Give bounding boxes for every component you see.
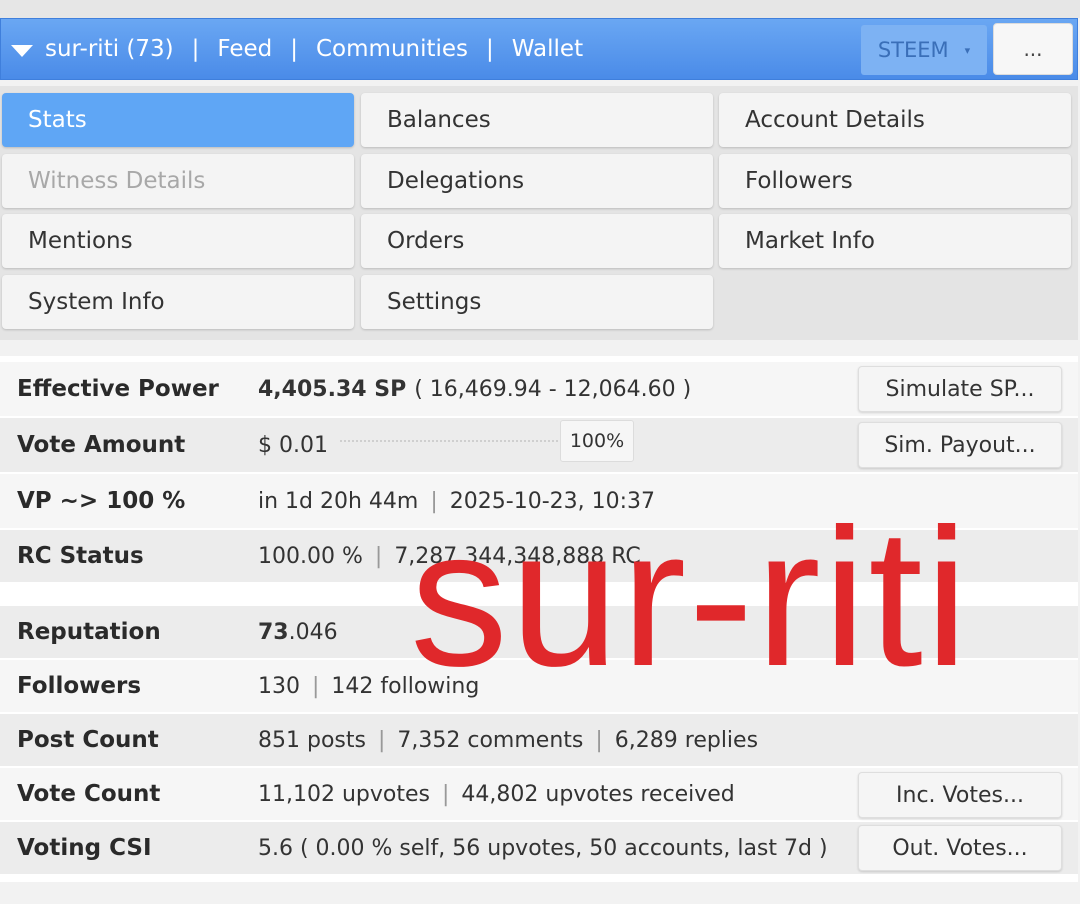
stat-value: 4,405.34 SP ( 16,469.94 - 12,064.60 ) bbox=[258, 362, 691, 416]
posts-count: 851 posts bbox=[258, 727, 366, 753]
caret-down-icon[interactable] bbox=[11, 44, 33, 57]
top-strip bbox=[0, 0, 1080, 18]
tab-followers[interactable]: Followers bbox=[719, 154, 1071, 208]
stat-value: in 1d 20h 44m | 2025-10-23, 10:37 bbox=[258, 474, 655, 528]
stat-value: 5.6 ( 0.00 % self, 56 upvotes, 50 accoun… bbox=[258, 835, 828, 861]
stat-row-vp: VP ~> 100 % in 1d 20h 44m | 2025-10-23, … bbox=[0, 474, 1078, 528]
out-votes-button[interactable]: Out. Votes... bbox=[858, 825, 1062, 871]
stat-row-vote-count: Vote Count 11,102 upvotes | 44,802 upvot… bbox=[0, 768, 1078, 820]
row-gap bbox=[0, 584, 1078, 606]
reputation-frac: .046 bbox=[288, 619, 338, 645]
comments-count: 7,352 comments bbox=[397, 727, 584, 753]
tab-witness-details[interactable]: Witness Details bbox=[2, 154, 354, 208]
value-separator: | bbox=[430, 488, 438, 514]
stat-value: 100.00 % | 7,287,344,348,888 RC bbox=[258, 530, 641, 582]
tab-account-details[interactable]: Account Details bbox=[719, 93, 1071, 147]
stat-value: 130 | 142 following bbox=[258, 660, 479, 712]
value-separator: | bbox=[374, 543, 383, 569]
stat-value: $ 0.01 bbox=[258, 432, 328, 458]
account-menu[interactable]: sur-riti (73) bbox=[45, 36, 174, 62]
value-separator: | bbox=[312, 673, 320, 699]
nav-left: sur-riti (73) | Feed | Communities | Wal… bbox=[1, 19, 583, 79]
value-separator: | bbox=[441, 781, 450, 807]
currency-select[interactable]: STEEM ▾ bbox=[861, 25, 987, 75]
nav-wallet-link[interactable]: Wallet bbox=[512, 36, 583, 62]
stat-row-reputation: Reputation 73 .046 bbox=[0, 606, 1078, 658]
stat-value: 73 .046 bbox=[258, 606, 338, 658]
sp-amount: 4,405.34 SP bbox=[258, 376, 407, 402]
stat-label: Post Count bbox=[0, 714, 242, 766]
followers-count: 130 bbox=[258, 673, 300, 699]
tab-system-info[interactable]: System Info bbox=[2, 275, 354, 329]
stat-label: Vote Count bbox=[0, 768, 242, 820]
stat-label: Effective Power bbox=[0, 362, 242, 416]
inc-votes-button[interactable]: Inc. Votes... bbox=[858, 772, 1062, 818]
value-separator: | bbox=[595, 727, 603, 753]
upvotes-received: 44,802 upvotes received bbox=[461, 781, 735, 807]
stat-row-followers: Followers 130 | 142 following bbox=[0, 660, 1078, 712]
stat-value: 851 posts | 7,352 comments | 6,289 repli… bbox=[258, 714, 758, 766]
nav-separator: | bbox=[290, 36, 298, 62]
stat-label: Voting CSI bbox=[0, 822, 242, 874]
tab-orders[interactable]: Orders bbox=[361, 214, 713, 268]
currency-label: STEEM bbox=[877, 38, 949, 62]
upvotes-count: 11,102 upvotes bbox=[258, 781, 430, 807]
nav-feed-link[interactable]: Feed bbox=[217, 36, 272, 62]
more-button[interactable]: ... bbox=[993, 23, 1073, 75]
stat-row-effective-power: Effective Power 4,405.34 SP ( 16,469.94 … bbox=[0, 362, 1078, 416]
vote-weight-slider[interactable] bbox=[340, 440, 558, 442]
following-count: 142 following bbox=[331, 673, 480, 699]
tab-grid: Stats Balances Account Details Witness D… bbox=[0, 86, 1078, 340]
vp-date: 2025-10-23, 10:37 bbox=[449, 488, 656, 514]
nav-separator: | bbox=[486, 36, 494, 62]
stat-value: 11,102 upvotes | 44,802 upvotes received bbox=[258, 768, 735, 820]
stat-row-rc: RC Status 100.00 % | 7,287,344,348,888 R… bbox=[0, 530, 1078, 582]
stat-label: VP ~> 100 % bbox=[0, 474, 242, 528]
replies-count: 6,289 replies bbox=[614, 727, 759, 753]
vp-eta: in 1d 20h 44m bbox=[258, 488, 419, 514]
tab-stats[interactable]: Stats bbox=[2, 93, 354, 147]
tab-settings[interactable]: Settings bbox=[361, 275, 713, 329]
tab-delegations[interactable]: Delegations bbox=[361, 154, 713, 208]
reputation-int: 73 bbox=[258, 619, 289, 645]
vote-percent-input[interactable]: 100% bbox=[560, 420, 634, 462]
stats-table: Effective Power 4,405.34 SP ( 16,469.94 … bbox=[0, 356, 1078, 882]
simulate-sp-button[interactable]: Simulate SP... bbox=[858, 366, 1062, 412]
value-separator: | bbox=[377, 727, 386, 753]
stat-label: Vote Amount bbox=[0, 418, 242, 472]
rc-percent: 100.00 % bbox=[258, 543, 363, 569]
rc-amount: 7,287,344,348,888 RC bbox=[394, 543, 641, 569]
chevron-down-icon: ▾ bbox=[964, 43, 971, 57]
stat-row-voting-csi: Voting CSI 5.6 ( 0.00 % self, 56 upvotes… bbox=[0, 822, 1078, 874]
sim-payout-button[interactable]: Sim. Payout... bbox=[858, 422, 1062, 468]
stat-label: RC Status bbox=[0, 530, 242, 582]
stat-row-vote-amount: Vote Amount $ 0.01 100% Sim. Payout... bbox=[0, 418, 1078, 472]
nav-separator: | bbox=[191, 36, 200, 62]
tab-market-info[interactable]: Market Info bbox=[719, 214, 1071, 268]
tab-mentions[interactable]: Mentions bbox=[2, 214, 354, 268]
nav-communities-link[interactable]: Communities bbox=[316, 36, 468, 62]
top-navbar: sur-riti (73) | Feed | Communities | Wal… bbox=[0, 18, 1078, 80]
sp-detail: ( 16,469.94 - 12,064.60 ) bbox=[414, 376, 692, 402]
stat-label: Reputation bbox=[0, 606, 242, 658]
stat-label: Followers bbox=[0, 660, 242, 712]
tab-balances[interactable]: Balances bbox=[361, 93, 713, 147]
stat-row-post-count: Post Count 851 posts | 7,352 comments | … bbox=[0, 714, 1078, 766]
